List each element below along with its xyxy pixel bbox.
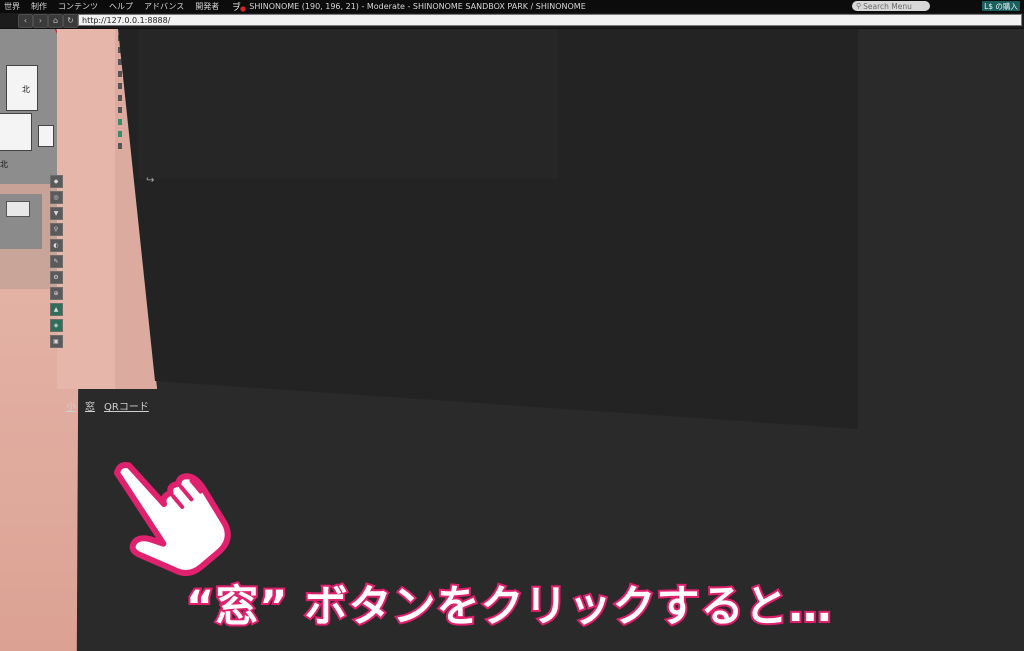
buy-linden-button[interactable]: L$ の購入	[982, 1, 1020, 11]
toolbar-button[interactable]: ⚲	[49, 223, 63, 236]
mouse-cursor-icon: ↪	[146, 175, 155, 186]
strip-marker	[118, 119, 122, 125]
map-north-label: 北	[22, 85, 30, 94]
strip-marker	[118, 143, 122, 149]
mini-map[interactable]: 北 北	[0, 29, 61, 184]
window-button[interactable]: 窓	[85, 398, 95, 413]
parcel-status-icon[interactable]: ヺ	[232, 1, 246, 12]
region-location[interactable]: SHINONOME (190, 196, 21) - Moderate - SH…	[249, 2, 586, 11]
strip-marker	[118, 95, 122, 101]
svg-text:ヺ: ヺ	[232, 1, 241, 12]
toolbar-button[interactable]: ▲	[49, 303, 63, 316]
toolbar-button[interactable]: ◎	[49, 191, 63, 204]
menu-advanced[interactable]: アドバンス	[140, 1, 191, 12]
toolbar-button[interactable]: ◆	[49, 175, 63, 188]
map-north-label: 北	[0, 160, 8, 169]
toolbar-button[interactable]: ✎	[49, 255, 63, 268]
strip-marker	[118, 107, 122, 113]
forward-icon[interactable]: ›	[33, 14, 48, 28]
browser-nav-bar: ‹ › ⌂ ↻ http://127.0.0.1:8888/	[0, 13, 1024, 29]
menu-bar: 世界 制作 コンテンツ ヘルプ アドバンス 開発者 ヺ SHINONOME (1…	[0, 0, 1024, 13]
toolbar-button[interactable]: ◈	[49, 319, 63, 332]
strip-marker	[118, 131, 122, 137]
small-button[interactable]: 小	[66, 398, 76, 413]
panel-links: 小 窓 QRコード	[66, 398, 149, 413]
toolbar-button[interactable]: ⚙	[49, 271, 63, 284]
toolbar-button[interactable]: ⊕	[49, 287, 63, 300]
instruction-caption: “窓” ボタンをクリックすると…	[184, 580, 834, 634]
qr-code-button[interactable]: QRコード	[104, 398, 149, 413]
browser-content-pane	[138, 29, 558, 179]
reload-icon[interactable]: ↻	[63, 14, 78, 28]
toolbar-button[interactable]: ▼	[49, 207, 63, 220]
back-icon[interactable]: ‹	[18, 14, 33, 28]
map-building	[0, 113, 32, 151]
menu-content[interactable]: コンテンツ	[54, 1, 105, 12]
menu-help[interactable]: ヘルプ	[105, 1, 140, 12]
menu-world[interactable]: 世界	[0, 1, 27, 12]
map-building	[38, 125, 54, 147]
strip-marker	[118, 71, 122, 77]
pointing-hand-icon	[98, 440, 238, 590]
search-menu-field[interactable]: ⚲ Search Menu	[852, 1, 930, 11]
menu-developer[interactable]: 開発者	[191, 1, 226, 12]
toolbar-button[interactable]: ▣	[49, 335, 63, 348]
building-window	[6, 201, 30, 217]
magnifier-icon: ⚲	[856, 2, 862, 10]
strip-marker	[118, 83, 122, 89]
toolbar-button[interactable]: ◐	[49, 239, 63, 252]
media-toolbar: ◆ ◎ ▼ ⚲ ◐ ✎ ⚙ ⊕ ▲ ◈ ▣	[47, 175, 65, 355]
home-icon[interactable]: ⌂	[48, 14, 63, 28]
search-menu-placeholder: Search Menu	[863, 1, 912, 11]
menu-build[interactable]: 制作	[27, 1, 54, 12]
url-field[interactable]: http://127.0.0.1:8888/	[78, 14, 1022, 26]
media-browser-view[interactable]: ↪ +	[118, 29, 858, 429]
